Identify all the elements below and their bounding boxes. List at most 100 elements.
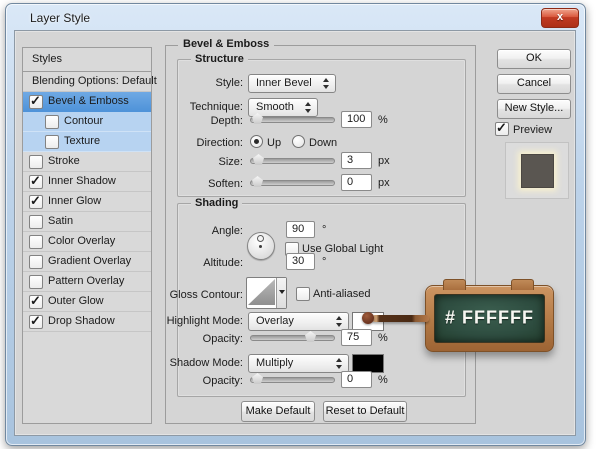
chalkboard-surface: # FFFFFF xyxy=(434,294,545,343)
chevron-updown-icon xyxy=(336,358,343,369)
styles-panel: Styles Blending Options: Default Bevel & … xyxy=(22,47,157,424)
checked-checkbox[interactable] xyxy=(29,193,43,209)
checked-checkbox[interactable] xyxy=(29,173,43,189)
unchecked-checkbox[interactable] xyxy=(29,155,43,169)
sidebar-item-gradient-overlay[interactable]: Gradient Overlay xyxy=(23,252,151,272)
soften-label: Soften: xyxy=(208,178,243,190)
sidebar-item-label: Outer Glow xyxy=(48,295,104,307)
sidebar-item-inner-glow[interactable]: Inner Glow xyxy=(23,192,151,212)
style-select-value: Inner Bevel xyxy=(256,77,312,89)
anti-aliased-label: Anti-aliased xyxy=(313,288,371,300)
sidebar-item-label: Blending Options: Default xyxy=(32,75,157,87)
chevron-updown-icon xyxy=(336,316,343,327)
highlight-mode-select[interactable]: Overlay xyxy=(248,312,349,331)
structure-legend: Structure xyxy=(191,53,248,65)
sidebar-item-label: Satin xyxy=(48,215,74,227)
sidebar-item-label: Texture xyxy=(64,135,101,147)
angle-value-input[interactable]: 90 xyxy=(286,221,315,238)
shadow-opacity-input[interactable]: 0 xyxy=(341,371,372,388)
direction-label: Direction: xyxy=(196,137,243,149)
sidebar-item-stroke[interactable]: Stroke xyxy=(23,152,151,172)
preview-checkbox[interactable] xyxy=(495,120,509,136)
anti-aliased-checkbox[interactable] xyxy=(296,287,310,301)
depth-unit: % xyxy=(378,114,388,126)
pointer-stick-icon xyxy=(372,315,429,322)
gloss-contour-picker[interactable] xyxy=(246,277,287,309)
ok-button[interactable]: OK xyxy=(497,49,571,69)
altitude-value-input[interactable]: 30 xyxy=(286,253,315,270)
sidebar-item-blending-options-default[interactable]: Blending Options: Default xyxy=(23,72,157,92)
make-default-button[interactable]: Make Default xyxy=(241,401,315,422)
sidebar-item-satin[interactable]: Satin xyxy=(23,212,151,232)
size-value-input[interactable]: 3 xyxy=(341,152,372,169)
depth-value-input[interactable]: 100 xyxy=(341,111,372,128)
close-button[interactable]: x xyxy=(541,8,579,28)
style-label: Style: xyxy=(215,77,243,89)
depth-label: Depth: xyxy=(210,115,243,127)
direction-up-radio[interactable] xyxy=(250,135,263,148)
style-select[interactable]: Inner Bevel xyxy=(248,74,336,93)
highlight-opacity-slider[interactable] xyxy=(250,335,335,341)
hex-color-annotation: # FFFFFF xyxy=(445,307,534,328)
new-style-button[interactable]: New Style... xyxy=(497,99,571,119)
contour-thumbnail-icon xyxy=(248,279,275,305)
angle-dial[interactable] xyxy=(247,232,275,260)
sidebar-item-texture[interactable]: Texture xyxy=(23,132,151,152)
highlight-mode-label: Highlight Mode: xyxy=(166,315,243,327)
technique-label: Technique: xyxy=(189,101,243,113)
sidebar-item-inner-shadow[interactable]: Inner Shadow xyxy=(23,172,151,192)
sidebar-item-label: Pattern Overlay xyxy=(48,275,125,287)
highlight-opacity-unit: % xyxy=(378,332,388,344)
soften-unit: px xyxy=(378,177,390,189)
title-bar[interactable]: Layer Style x xyxy=(6,4,585,30)
shadow-opacity-unit: % xyxy=(378,374,388,386)
styles-list: Blending Options: Default Bevel & Emboss C… xyxy=(23,72,157,332)
chevron-down-icon[interactable] xyxy=(276,278,286,308)
size-unit: px xyxy=(378,155,390,167)
shading-legend: Shading xyxy=(191,197,243,209)
soften-value-input[interactable]: 0 xyxy=(341,174,372,191)
unchecked-checkbox[interactable] xyxy=(45,115,59,129)
sidebar-item-label: Drop Shadow xyxy=(48,315,115,327)
page-title: Bevel & Emboss xyxy=(178,38,275,50)
checked-checkbox[interactable] xyxy=(29,313,43,329)
sidebar-item-color-overlay[interactable]: Color Overlay xyxy=(23,232,151,252)
styles-header: Styles xyxy=(23,48,151,72)
direction-down-radio[interactable] xyxy=(292,135,305,148)
checked-checkbox[interactable] xyxy=(29,293,43,309)
reset-to-default-button[interactable]: Reset to Default xyxy=(323,401,407,422)
window-title: Layer Style xyxy=(30,11,91,25)
screenshot-root: Layer Style x Styles Blending Options: D… xyxy=(0,0,600,449)
unchecked-checkbox[interactable] xyxy=(29,215,43,229)
sidebar-item-bevel-emboss[interactable]: Bevel & Emboss xyxy=(23,92,151,112)
sidebar-item-pattern-overlay[interactable]: Pattern Overlay xyxy=(23,272,151,292)
highlight-mode-value: Overlay xyxy=(256,315,294,327)
sidebar-item-label: Contour xyxy=(64,115,104,127)
direction-down-label: Down xyxy=(309,137,338,149)
sidebar-item-label: Inner Glow xyxy=(48,195,102,207)
cancel-button[interactable]: Cancel xyxy=(497,74,571,94)
unchecked-checkbox[interactable] xyxy=(29,255,43,269)
style-preview-thumbnail xyxy=(521,154,554,188)
unchecked-checkbox[interactable] xyxy=(29,235,43,249)
highlight-opacity-input[interactable]: 75 xyxy=(341,329,372,346)
checked-checkbox[interactable] xyxy=(29,93,43,109)
sidebar-item-contour[interactable]: Contour xyxy=(23,112,151,132)
size-label: Size: xyxy=(218,156,243,168)
direction-up-label: Up xyxy=(267,137,282,149)
sidebar-item-label: Bevel & Emboss xyxy=(48,95,129,107)
shadow-mode-select[interactable]: Multiply xyxy=(248,354,349,373)
sidebar-item-label: Gradient Overlay xyxy=(48,255,132,267)
angle-label: Angle: xyxy=(211,225,243,237)
sidebar-item-label: Inner Shadow xyxy=(48,175,116,187)
sidebar-item-drop-shadow[interactable]: Drop Shadow xyxy=(23,312,151,332)
sidebar-item-outer-glow[interactable]: Outer Glow xyxy=(23,292,151,312)
unchecked-checkbox[interactable] xyxy=(29,275,43,289)
sidebar-item-label: Stroke xyxy=(48,155,80,167)
pointer-knob-icon xyxy=(362,312,374,324)
chalkboard-annotation: # FFFFFF xyxy=(425,279,554,352)
preview-label: Preview xyxy=(513,124,553,136)
board-tab-icon xyxy=(443,279,466,290)
unchecked-checkbox[interactable] xyxy=(45,135,59,149)
sidebar-item-label: Color Overlay xyxy=(48,235,116,247)
